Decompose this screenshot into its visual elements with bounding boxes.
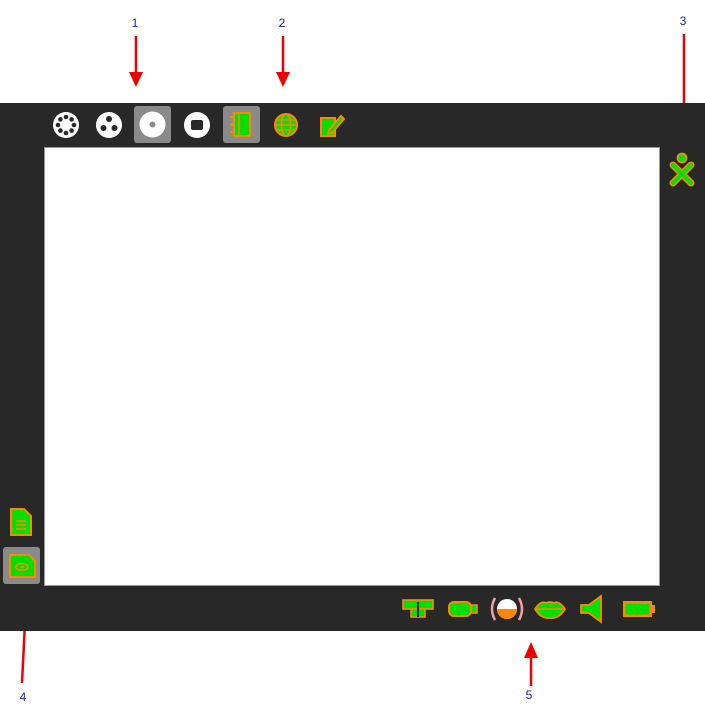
callout-number-2: 2: [278, 16, 286, 30]
callout-arrow-1: [129, 36, 143, 87]
home-canvas[interactable]: [44, 147, 660, 586]
callout-number-3: 3: [679, 14, 687, 28]
neighborhood-view-icon[interactable]: [50, 109, 82, 141]
callout-arrow-5: [524, 642, 538, 686]
callout-arrow-2: [276, 36, 290, 87]
callout-number-1: 1: [131, 16, 139, 30]
activity-view-icon[interactable]: [181, 109, 213, 141]
speaker-icon[interactable]: [577, 592, 609, 626]
journal-icon[interactable]: [223, 106, 260, 143]
network-icon[interactable]: [401, 594, 435, 624]
xo-buddy-icon[interactable]: [666, 151, 698, 187]
battery-icon[interactable]: [621, 596, 657, 622]
microphone-level-icon[interactable]: [489, 592, 525, 626]
callout-number-5: 5: [525, 688, 533, 702]
usb-drive-icon[interactable]: [446, 594, 480, 624]
speech-icon[interactable]: [533, 594, 567, 624]
document-icon[interactable]: [6, 506, 36, 538]
callout-number-4: 4: [19, 690, 27, 704]
write-icon[interactable]: [315, 109, 347, 141]
home-view-icon[interactable]: [134, 106, 171, 143]
picture-document-icon[interactable]: [3, 547, 40, 584]
browse-icon[interactable]: [270, 109, 302, 141]
group-view-icon[interactable]: [93, 109, 125, 141]
